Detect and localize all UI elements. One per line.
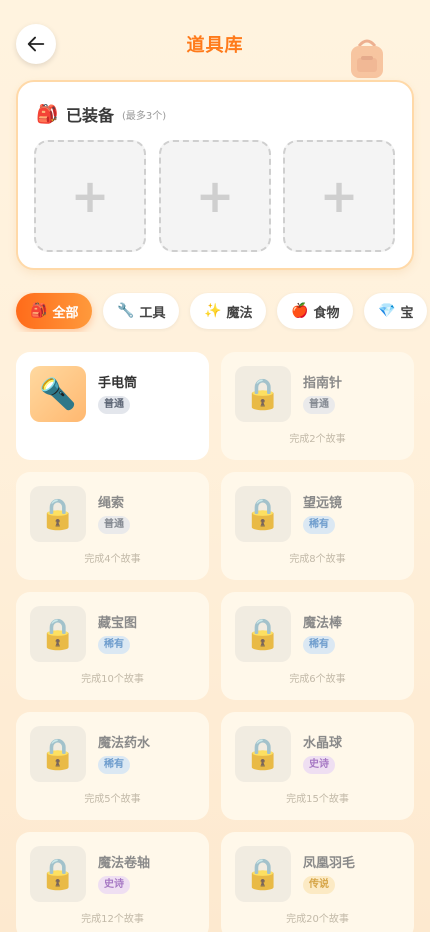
item-name: 绳索 (98, 496, 125, 511)
rarity-badge: 史诗 (98, 876, 130, 894)
rarity-badge: 稀有 (98, 756, 130, 774)
unlock-requirement: 完成6个故事 (289, 674, 346, 685)
equipped-title: 已装备 (66, 106, 115, 125)
tab-label: 工具 (139, 305, 166, 321)
rarity-badge: 普通 (98, 516, 130, 534)
item-card[interactable]: 🔒 指南针 普通 完成2个故事 (221, 352, 414, 460)
tab-label: 食物 (313, 305, 340, 321)
tab-treasure[interactable]: 💎 宝 (364, 293, 428, 329)
lock-icon: 🔒 (235, 366, 291, 422)
item-name: 手电筒 (98, 376, 138, 391)
item-card[interactable]: 🔒 魔法药水 稀有 完成5个故事 (16, 712, 209, 820)
rarity-badge: 普通 (303, 396, 335, 414)
equipped-limit: (最多3个) (122, 110, 167, 122)
unlock-requirement: 完成15个故事 (286, 794, 349, 805)
tab-tools[interactable]: 🔧 工具 (103, 293, 180, 329)
lock-icon: 🔒 (30, 846, 86, 902)
equip-slot-2[interactable]: + (159, 140, 271, 252)
item-card[interactable]: 🔒 藏宝图 稀有 完成10个故事 (16, 592, 209, 700)
tab-food[interactable]: 🍎 食物 (277, 293, 354, 329)
lock-icon: 🔒 (30, 726, 86, 782)
lock-icon: 🔒 (235, 726, 291, 782)
header: 道具库 (0, 0, 430, 80)
item-card[interactable]: 🔒 魔法卷轴 史诗 完成12个故事 (16, 832, 209, 932)
backpack-icon: 🎒 (30, 303, 48, 319)
backpack-icon: 🎒 (36, 103, 59, 125)
unlock-requirement: 完成4个故事 (84, 554, 141, 565)
wrench-icon: 🔧 (117, 303, 135, 319)
item-name: 水晶球 (303, 736, 343, 751)
category-tabs: 🎒 全部 🔧 工具 ✨ 魔法 🍎 食物 💎 宝 (0, 292, 430, 332)
lock-icon: 🔒 (235, 606, 291, 662)
plus-icon: + (195, 169, 235, 223)
flashlight-icon: 🔦 (30, 366, 86, 422)
rarity-badge: 传说 (303, 876, 335, 894)
tab-label: 全部 (52, 305, 79, 321)
lock-icon: 🔒 (235, 846, 291, 902)
apple-icon: 🍎 (291, 303, 309, 319)
item-name: 指南针 (303, 376, 343, 391)
rarity-badge: 史诗 (303, 756, 335, 774)
item-name: 魔法卷轴 (98, 856, 151, 871)
tab-magic[interactable]: ✨ 魔法 (190, 293, 267, 329)
unlock-requirement: 完成10个故事 (81, 674, 144, 685)
plus-icon: + (70, 169, 110, 223)
item-card[interactable]: 🔦 手电筒 普通 (16, 352, 209, 460)
item-card[interactable]: 🔒 魔法棒 稀有 完成6个故事 (221, 592, 414, 700)
equip-slot-1[interactable]: + (34, 140, 146, 252)
unlock-requirement: 完成20个故事 (286, 914, 349, 925)
equipped-panel: 🎒 已装备 (最多3个) + + + (16, 80, 414, 270)
rarity-badge: 稀有 (303, 636, 335, 654)
unlock-requirement: 完成5个故事 (84, 794, 141, 805)
gem-icon: 💎 (378, 303, 396, 319)
item-card[interactable]: 🔒 绳索 普通 完成4个故事 (16, 472, 209, 580)
unlock-requirement: 完成12个故事 (81, 914, 144, 925)
unlock-requirement: 完成2个故事 (289, 434, 346, 445)
tab-label: 魔法 (226, 305, 253, 321)
item-name: 魔法棒 (303, 616, 343, 631)
tab-label: 宝 (400, 305, 414, 321)
backpack-icon (351, 39, 383, 78)
sparkles-icon: ✨ (204, 303, 222, 319)
item-name: 凤凰羽毛 (303, 856, 356, 871)
item-name: 望远镜 (303, 496, 343, 511)
lock-icon: 🔒 (30, 486, 86, 542)
lock-icon: 🔒 (235, 486, 291, 542)
item-card[interactable]: 🔒 水晶球 史诗 完成15个故事 (221, 712, 414, 820)
item-name: 魔法药水 (98, 736, 151, 751)
item-name: 藏宝图 (98, 616, 138, 631)
plus-icon: + (319, 169, 359, 223)
rarity-badge: 稀有 (98, 636, 130, 654)
equip-slot-3[interactable]: + (283, 140, 395, 252)
lock-icon: 🔒 (30, 606, 86, 662)
item-card[interactable]: 🔒 望远镜 稀有 完成8个故事 (221, 472, 414, 580)
unlock-requirement: 完成8个故事 (289, 554, 346, 565)
rarity-badge: 普通 (98, 396, 130, 414)
tab-all[interactable]: 🎒 全部 (16, 293, 93, 329)
rarity-badge: 稀有 (303, 516, 335, 534)
item-card[interactable]: 🔒 凤凰羽毛 传说 完成20个故事 (221, 832, 414, 932)
